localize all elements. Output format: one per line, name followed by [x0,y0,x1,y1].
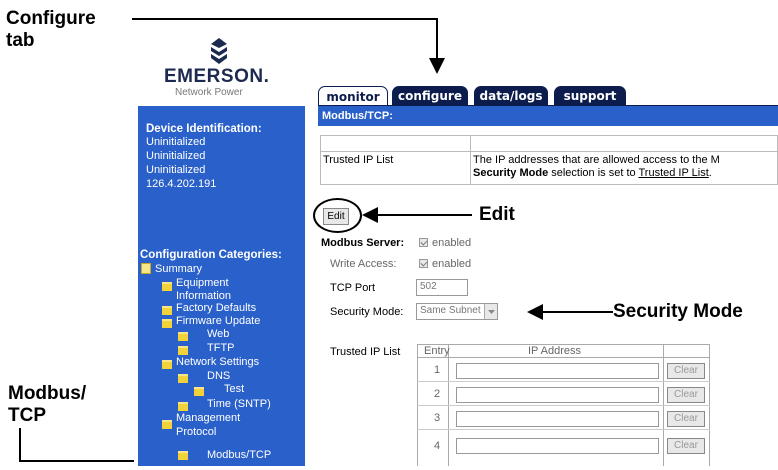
row-line [417,429,710,430]
entry-number: 4 [434,440,441,452]
tab-data-logs[interactable]: data/logs [474,86,548,106]
content-header: Modbus/TCP: [318,106,778,126]
modbus-server-value: enabled [432,237,472,249]
folder-icon [178,346,188,355]
left-panel: Device Identification: Uninitialized Uni… [138,106,305,466]
folder-icon [162,420,172,429]
callout-configure-line2: tab [6,30,35,51]
col-ip-header: IP Address [528,345,581,357]
tcp-port-field[interactable]: 502 [416,279,468,296]
row-line [417,381,710,382]
emerson-logo-icon [211,38,227,64]
logo-name: EMERSON. [164,66,270,87]
ip-address-input[interactable] [456,411,659,427]
sidebar-item-test[interactable]: Test [224,383,244,396]
modbus-server-checkbox[interactable] [419,238,428,247]
entry-number: 1 [434,364,441,376]
desc-text: selection is set to [548,167,639,179]
info-table-label: Trusted IP List [323,154,394,166]
folder-icon [162,282,172,291]
clear-button[interactable]: Clear [667,438,705,454]
clear-button[interactable]: Clear [667,387,705,403]
info-table-desc: The IP addresses that are allowed access… [473,154,720,166]
col-entry-header: Entry [424,345,450,357]
security-mode-term: Security Mode [473,167,549,179]
folder-icon [162,360,172,369]
ip-address-input[interactable] [456,438,659,454]
tab-configure[interactable]: configure [392,86,468,106]
callout-modbus-line1: Modbus/ [8,383,87,404]
info-table-divider [320,151,778,152]
info-table-col-divider [470,135,471,185]
folder-icon [162,319,172,328]
sidebar-item-modbus-tcp[interactable]: Modbus/TCP [207,449,271,462]
tab-monitor[interactable]: monitor [318,86,388,107]
sidebar-item-time-sntp[interactable]: Time (SNTP) [207,398,271,411]
callout-edit: Edit [479,204,515,225]
row-line [417,405,710,406]
desc-period: . [708,167,712,179]
config-categories-heading: Configuration Categories: [140,249,282,261]
callout-modbus-tcp: Modbus/ TCP [8,383,86,427]
write-access-label: Write Access: [330,258,397,270]
sidebar-item-dns[interactable]: DNS [207,370,230,383]
trusted-ip-label: Trusted IP List [330,346,401,358]
callout-configure-line1: Configure [6,8,96,29]
folder-icon [194,387,204,396]
arrow-left-icon [527,304,613,320]
sidebar-item-tftp[interactable]: TFTP [207,342,235,355]
logo-subtitle: Network Power [175,87,243,98]
device-line: Uninitialized [146,136,206,148]
clear-button[interactable]: Clear [667,363,705,379]
sidebar-item-firmware-update[interactable]: Firmware Update [176,315,260,328]
entry-number: 2 [434,388,441,400]
trusted-ip-link[interactable]: Trusted IP List [638,167,708,179]
folder-icon [178,374,188,383]
folder-icon [178,451,188,460]
page-title: Modbus/TCP: [322,110,393,122]
callout-configure-tab: Configure tab [6,8,96,52]
security-mode-value: Same Subnet [420,305,481,316]
sidebar-item-equipment[interactable]: Equipment [176,277,229,290]
chevron-down-icon [488,310,495,314]
page-icon [141,263,151,274]
tab-support[interactable]: support [554,86,626,106]
device-ip: 126.4.202.191 [146,178,217,190]
modbus-server-label: Modbus Server: [321,237,405,249]
callout-security-mode: Security Mode [613,301,743,322]
write-access-value: enabled [432,258,472,270]
callout-modbus-line2: TCP [8,405,46,426]
entry-number: 3 [434,412,441,424]
dropdown-button[interactable] [484,304,497,319]
clear-button[interactable]: Clear [667,411,705,427]
edit-button[interactable]: Edit [323,208,349,225]
sidebar-item-management[interactable]: Management [176,412,240,425]
security-mode-label: Security Mode: [330,306,404,318]
sidebar-item-protocol[interactable]: Protocol [176,426,216,439]
tcp-port-label: TCP Port [330,282,376,294]
arrow-left-icon [362,207,472,223]
callout-modbus-leader [19,460,137,462]
info-table-desc-line2: Security Mode selection is set to Truste… [473,167,712,180]
folder-icon [178,332,188,341]
ip-address-input[interactable] [456,363,659,379]
device-line: Uninitialized [146,164,206,176]
folder-icon [178,402,188,411]
sidebar-item-summary[interactable]: Summary [155,263,202,276]
arrow-down-icon [429,58,445,74]
callout-configure-leader-down [436,18,438,62]
callout-modbus-leader-down [19,428,21,462]
write-access-checkbox[interactable] [419,259,428,268]
callout-configure-leader [132,18,438,20]
device-line: Uninitialized [146,150,206,162]
folder-icon [162,306,172,315]
sidebar-item-factory-defaults[interactable]: Factory Defaults [176,302,256,315]
sidebar-item-web[interactable]: Web [207,328,229,341]
device-id-heading: Device Identification: [146,123,262,135]
sidebar-item-network-settings[interactable]: Network Settings [176,356,259,369]
ip-address-input[interactable] [456,387,659,403]
